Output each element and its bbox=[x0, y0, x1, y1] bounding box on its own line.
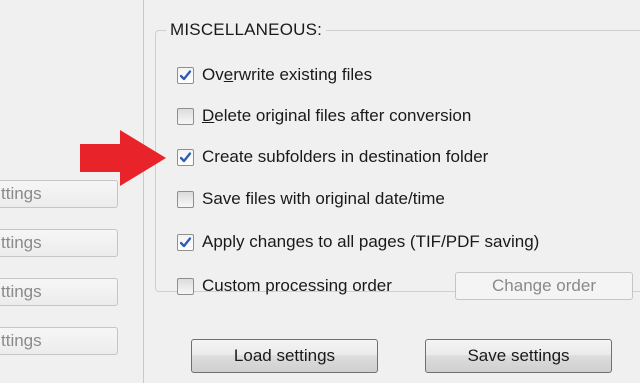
checkmark-icon bbox=[179, 69, 192, 80]
custom-processing-order-option[interactable]: Custom processing order bbox=[177, 273, 392, 299]
save-settings-button[interactable]: Save settings bbox=[425, 339, 612, 373]
checkmark-icon bbox=[179, 151, 192, 162]
red-arrow-shape bbox=[80, 130, 166, 186]
load-settings-button[interactable]: Load settings bbox=[191, 339, 378, 373]
change-order-button[interactable]: Change order bbox=[455, 272, 633, 300]
custom-processing-order-label: Custom processing order bbox=[202, 276, 392, 295]
delete-original-files-label: Delete original files after conversion bbox=[202, 106, 472, 125]
left-settings-button-label: ttings bbox=[1, 282, 42, 301]
overwrite-existing-files-checkbox[interactable] bbox=[177, 66, 194, 84]
left-settings-button-label: ttings bbox=[1, 233, 42, 252]
save-original-date-option[interactable]: Save files with original date/time bbox=[177, 186, 445, 212]
panel-divider bbox=[143, 0, 144, 383]
create-subfolders-label: Create subfolders in destination folder bbox=[202, 147, 489, 166]
left-settings-button-2[interactable]: ttings bbox=[0, 229, 118, 257]
checkmark-icon bbox=[179, 236, 192, 247]
left-settings-button-label: ttings bbox=[1, 331, 42, 350]
left-settings-button-4[interactable]: ttings bbox=[0, 327, 118, 355]
delete-original-files-option[interactable]: Delete original files after conversion bbox=[177, 103, 471, 129]
delete-original-files-checkbox[interactable] bbox=[177, 107, 194, 125]
apply-changes-all-pages-option[interactable]: Apply changes to all pages (TIF/PDF savi… bbox=[177, 229, 539, 255]
overwrite-existing-files-option[interactable]: Overwrite existing files bbox=[177, 62, 372, 88]
apply-changes-all-pages-label: Apply changes to all pages (TIF/PDF savi… bbox=[202, 232, 540, 251]
left-settings-button-label: ttings bbox=[1, 184, 42, 203]
red-arrow-icon bbox=[80, 130, 166, 186]
save-original-date-label: Save files with original date/time bbox=[202, 189, 445, 208]
create-subfolders-checkbox[interactable] bbox=[177, 148, 194, 166]
apply-changes-all-pages-checkbox[interactable] bbox=[177, 233, 194, 251]
left-settings-button-3[interactable]: ttings bbox=[0, 278, 118, 306]
miscellaneous-title: MISCELLANEOUS: bbox=[166, 20, 327, 40]
overwrite-existing-files-label: Overwrite existing files bbox=[202, 65, 373, 84]
custom-processing-order-checkbox[interactable] bbox=[177, 277, 194, 295]
save-original-date-checkbox[interactable] bbox=[177, 190, 194, 208]
create-subfolders-option[interactable]: Create subfolders in destination folder bbox=[177, 144, 488, 170]
